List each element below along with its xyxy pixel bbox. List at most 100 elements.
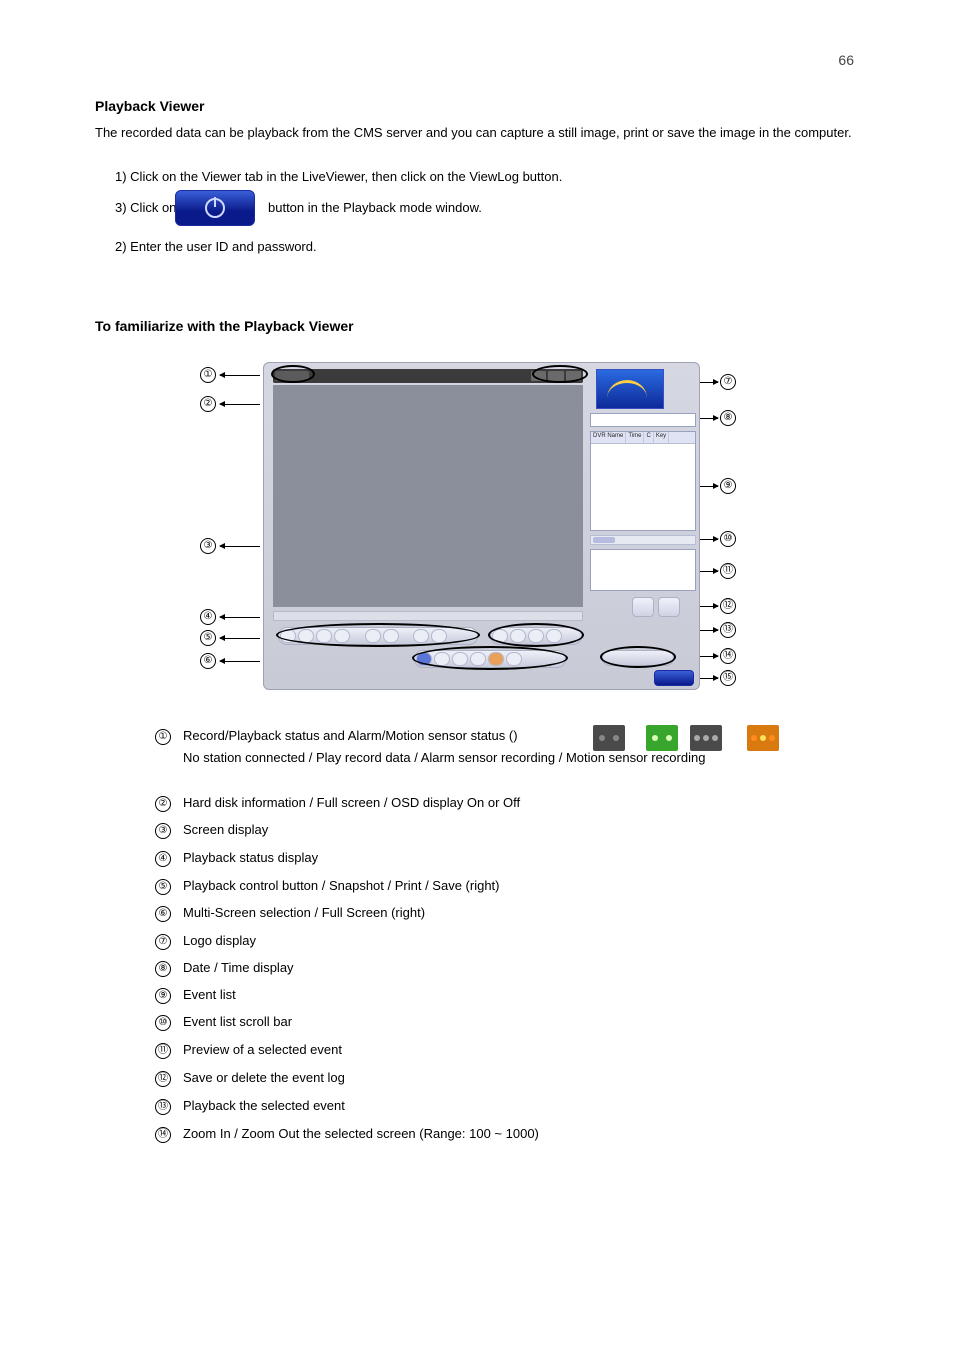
callout-arrow bbox=[700, 382, 718, 383]
col-c: C bbox=[644, 432, 653, 443]
callout-arrow bbox=[220, 375, 260, 376]
callout-number: ⑮ bbox=[720, 670, 736, 686]
callout-arrow bbox=[700, 630, 718, 631]
callout-arrow bbox=[220, 617, 260, 618]
video-area bbox=[273, 385, 583, 607]
description-row: ①Record/Playback status and Alarm/Motion… bbox=[155, 728, 518, 745]
desc-text: Screen display bbox=[183, 822, 268, 837]
desc-number: ④ bbox=[155, 851, 171, 867]
callout-right: ⑫ bbox=[720, 598, 736, 614]
callout-number: ⑪ bbox=[720, 563, 736, 579]
callout-arrow bbox=[700, 571, 718, 572]
callout-right: ⑮ bbox=[720, 670, 736, 686]
callout-arrow bbox=[700, 656, 718, 657]
delete-event-button[interactable] bbox=[658, 597, 680, 617]
step-1-text: Click on the Viewer tab in the LiveViewe… bbox=[130, 169, 562, 184]
callout-arrow bbox=[220, 404, 260, 405]
desc-number: ⑧ bbox=[155, 961, 171, 977]
description-row: ⑫ Save or delete the event log bbox=[155, 1070, 345, 1087]
event-list-panel[interactable]: DVR Name Time C Key bbox=[590, 431, 696, 531]
callout-number: ⑥ bbox=[200, 653, 216, 669]
desc-number: ⑩ bbox=[155, 1015, 171, 1031]
ring-6 bbox=[412, 646, 568, 670]
callout-number: ⑬ bbox=[720, 622, 736, 638]
callout-number: ⑤ bbox=[200, 630, 216, 646]
col-time: Time bbox=[626, 432, 644, 443]
description-row: ③Screen display bbox=[155, 822, 268, 839]
ring-5 bbox=[276, 623, 480, 647]
callout-left: ⑤ bbox=[200, 630, 216, 646]
step-3b: button in the Playback mode window. bbox=[268, 199, 482, 217]
playback-status-bar bbox=[273, 611, 583, 621]
desc-number: ⑫ bbox=[155, 1071, 171, 1087]
callout-left: ④ bbox=[200, 609, 216, 625]
callout-number: ⑦ bbox=[720, 374, 736, 390]
description-row: ⑥Multi-Screen selection / Full Screen (r… bbox=[155, 905, 425, 922]
desc-number: ⑬ bbox=[155, 1099, 171, 1115]
desc-text: Logo display bbox=[183, 933, 256, 948]
step-2-text: Enter the user ID and password. bbox=[130, 239, 316, 254]
desc-text: No station connected / Play record data … bbox=[183, 750, 705, 765]
heading-familiarize: To familiarize with the Playback Viewer bbox=[95, 318, 354, 334]
desc-text: Record/Playback status and Alarm/Motion … bbox=[183, 728, 518, 743]
callout-arrow bbox=[220, 661, 260, 662]
col-key: Key bbox=[654, 432, 669, 443]
callout-arrow bbox=[220, 546, 260, 547]
app-window: DVR Name Time C Key bbox=[263, 362, 700, 690]
ring-14 bbox=[600, 646, 676, 668]
description-row: ⑤ Playback control button / Snapshot / Pr… bbox=[155, 878, 500, 895]
description-row: ④ Playback status display bbox=[155, 850, 318, 867]
desc-text: Save or delete the event log bbox=[183, 1070, 345, 1085]
description-row: ⑦ Logo display bbox=[155, 933, 256, 950]
description-row: No station connected / Play record data … bbox=[155, 750, 705, 765]
desc-text: Date / Time display bbox=[183, 960, 294, 975]
desc-number: ⑥ bbox=[155, 906, 171, 922]
callout-arrow bbox=[700, 486, 718, 487]
callout-right: ⑦ bbox=[720, 374, 736, 390]
callout-number: ⑧ bbox=[720, 410, 736, 426]
callout-right: ⑩ bbox=[720, 531, 736, 547]
description-row: ⑨Event list bbox=[155, 987, 236, 1004]
page-number: 66 bbox=[838, 52, 854, 68]
ring-2 bbox=[532, 365, 588, 383]
exit-button[interactable] bbox=[654, 670, 694, 686]
callout-arrow bbox=[700, 539, 718, 540]
status-icon-motion bbox=[747, 725, 779, 751]
callout-right: ⑨ bbox=[720, 478, 736, 494]
desc-text: Playback control button / Snapshot / Pri… bbox=[183, 878, 500, 893]
callout-number: ④ bbox=[200, 609, 216, 625]
desc-number: ⑭ bbox=[155, 1127, 171, 1143]
callout-number: ⑭ bbox=[720, 648, 736, 664]
callout-right: ⑪ bbox=[720, 563, 736, 579]
playback-intro: The recorded data can be playback from t… bbox=[95, 124, 855, 142]
logo-panel bbox=[596, 369, 664, 409]
callout-number: ⑩ bbox=[720, 531, 736, 547]
desc-number: ⑤ bbox=[155, 879, 171, 895]
description-row: ⑩ Event list scroll bar bbox=[155, 1014, 292, 1031]
callout-arrow bbox=[220, 638, 260, 639]
desc-number: ⑦ bbox=[155, 934, 171, 950]
event-scrollbar[interactable] bbox=[590, 535, 696, 545]
event-preview-panel bbox=[590, 549, 696, 591]
callout-arrow bbox=[700, 606, 718, 607]
viewlog-power-button[interactable] bbox=[175, 190, 255, 226]
heading-playback-viewer: Playback Viewer bbox=[95, 98, 204, 114]
desc-text: Preview of a selected event bbox=[183, 1042, 342, 1057]
status-icon-disconnected bbox=[593, 725, 625, 751]
event-list-header: DVR Name Time C Key bbox=[591, 432, 695, 444]
desc-text: Hard disk information / Full screen / OS… bbox=[183, 795, 520, 810]
callout-arrow bbox=[700, 418, 718, 419]
desc-text: Playback status display bbox=[183, 850, 318, 865]
callout-right: ⑭ bbox=[720, 648, 736, 664]
description-row: ⑧ Date / Time display bbox=[155, 960, 294, 977]
description-row: ② Hard disk information / Full screen / O… bbox=[155, 795, 520, 812]
power-icon bbox=[205, 198, 225, 218]
step-2: 2) Enter the user ID and password. bbox=[115, 238, 317, 256]
desc-text: Event list scroll bar bbox=[183, 1014, 292, 1029]
desc-number: ② bbox=[155, 796, 171, 812]
callout-number: ⑨ bbox=[720, 478, 736, 494]
save-event-button[interactable] bbox=[632, 597, 654, 617]
desc-text: Event list bbox=[183, 987, 236, 1002]
playback-viewer-diagram: DVR Name Time C Key ①②③④⑤⑥ ⑦⑧⑨⑩⑪⑫⑬⑭⑮ bbox=[200, 358, 740, 698]
ring-1 bbox=[271, 365, 315, 383]
